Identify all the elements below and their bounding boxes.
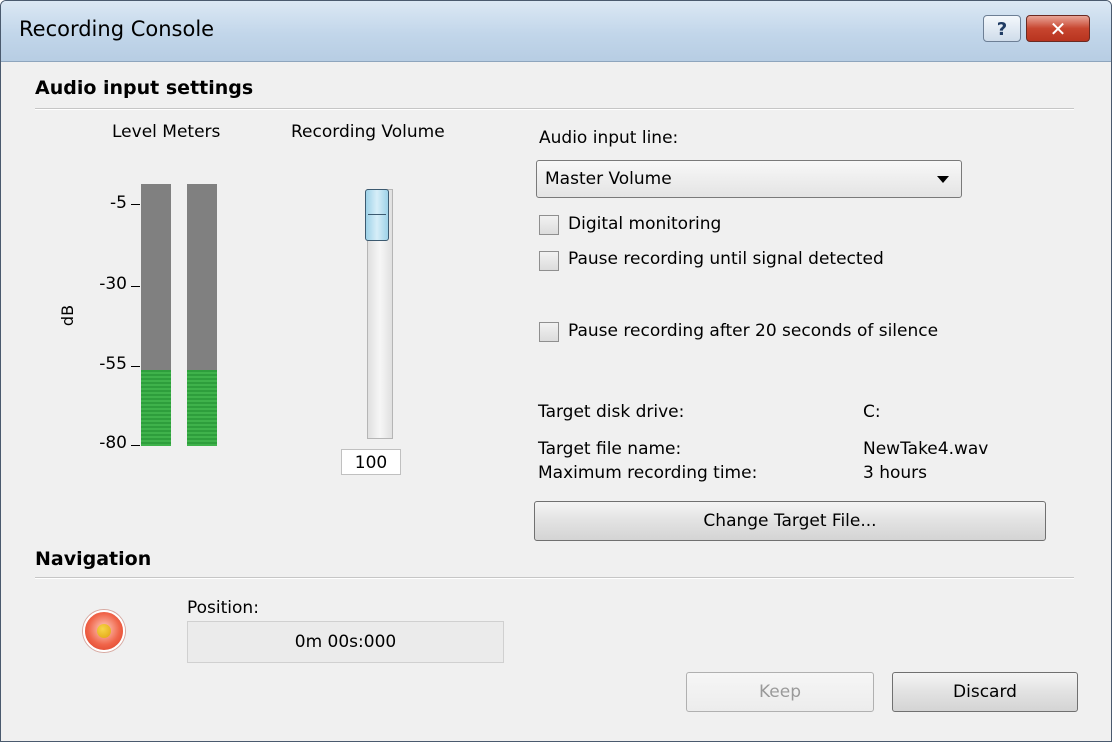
volume-slider-thumb[interactable] <box>365 189 389 241</box>
scale-label-minus-55: -55 <box>99 354 127 374</box>
chevron-down-icon <box>937 176 949 183</box>
level-meter-right-fill <box>187 370 217 446</box>
audio-settings-heading: Audio input settings <box>35 77 254 99</box>
audio-settings-divider <box>35 108 1074 110</box>
title-bar: Recording Console ? ✕ <box>1 1 1111 62</box>
window-title: Recording Console <box>19 17 215 41</box>
close-button[interactable]: ✕ <box>1026 15 1090 42</box>
position-value: 0m 00s:000 <box>187 621 504 663</box>
scale-tick <box>131 286 140 287</box>
level-meter-left <box>141 184 171 446</box>
level-meter-right <box>187 184 217 446</box>
target-file-value: NewTake4.wav <box>863 439 989 459</box>
navigation-heading: Navigation <box>35 548 152 570</box>
digital-monitoring-label[interactable]: Digital monitoring <box>568 214 721 234</box>
position-label: Position: <box>187 598 259 618</box>
audio-input-line-value: Master Volume <box>545 169 672 189</box>
target-disk-label: Target disk drive: <box>538 402 685 422</box>
scale-label-minus-80: -80 <box>99 433 127 453</box>
keep-button[interactable]: Keep <box>686 672 874 712</box>
scale-tick <box>131 366 140 367</box>
level-meters-label: Level Meters <box>112 122 221 142</box>
level-meter-left-fill <box>141 370 171 446</box>
discard-button[interactable]: Discard <box>892 672 1078 712</box>
target-disk-value: C: <box>863 402 881 422</box>
recording-volume-label: Recording Volume <box>291 122 445 142</box>
audio-input-line-label: Audio input line: <box>539 128 679 148</box>
scale-label-minus-30: -30 <box>99 274 127 294</box>
help-button[interactable]: ? <box>983 15 1021 42</box>
recording-console-window: Recording Console ? ✕ Audio input settin… <box>0 0 1112 742</box>
navigation-divider <box>35 577 1074 579</box>
pause-after-silence-label[interactable]: Pause recording after 20 seconds of sile… <box>568 321 938 341</box>
db-axis-label: dB <box>58 304 78 327</box>
scale-tick <box>131 445 140 446</box>
change-target-file-button[interactable]: Change Target File... <box>534 501 1046 541</box>
target-file-label: Target file name: <box>538 439 682 459</box>
pause-until-signal-checkbox[interactable] <box>539 251 559 271</box>
audio-input-line-select[interactable]: Master Volume <box>536 160 962 198</box>
pause-after-silence-checkbox[interactable] <box>539 322 559 342</box>
scale-label-minus-5: -5 <box>110 193 127 213</box>
pause-until-signal-label[interactable]: Pause recording until signal detected <box>568 249 884 269</box>
record-button[interactable] <box>83 610 125 652</box>
max-recording-time-value: 3 hours <box>863 463 928 483</box>
digital-monitoring-checkbox[interactable] <box>539 215 559 235</box>
scale-tick <box>131 204 140 205</box>
volume-value: 100 <box>341 449 401 475</box>
max-recording-time-label: Maximum recording time: <box>538 463 758 483</box>
